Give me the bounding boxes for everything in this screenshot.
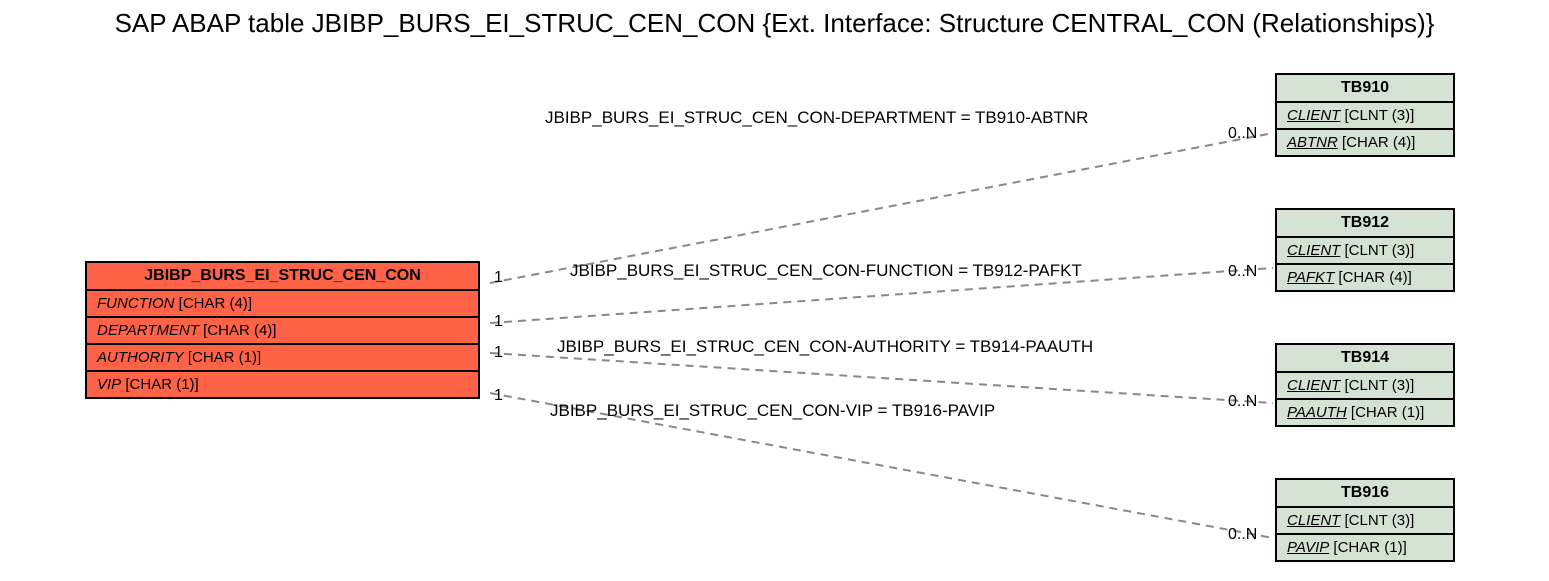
entity-tb916: TB916 CLIENT [CLNT (3)] PAVIP [CHAR (1)] bbox=[1275, 478, 1455, 562]
entity-main-header: JBIBP_BURS_EI_STRUC_CEN_CON bbox=[87, 263, 478, 291]
card-right-2: 0..N bbox=[1228, 393, 1257, 411]
rel-line-tb914 bbox=[490, 353, 1273, 403]
card-left-3: 1 bbox=[494, 387, 503, 405]
entity-tb910-field-1: ABTNR [CHAR (4)] bbox=[1277, 130, 1453, 155]
entity-main-field-1: DEPARTMENT [CHAR (4)] bbox=[87, 318, 478, 345]
card-left-0: 1 bbox=[494, 269, 503, 287]
rel-label-1: JBIBP_BURS_EI_STRUC_CEN_CON-FUNCTION = T… bbox=[570, 261, 1082, 281]
entity-tb912: TB912 CLIENT [CLNT (3)] PAFKT [CHAR (4)] bbox=[1275, 208, 1455, 292]
entity-tb912-field-1: PAFKT [CHAR (4)] bbox=[1277, 265, 1453, 290]
entity-main-field-3: VIP [CHAR (1)] bbox=[87, 372, 478, 397]
card-right-0: 0..N bbox=[1228, 125, 1257, 143]
entity-tb912-field-0: CLIENT [CLNT (3)] bbox=[1277, 238, 1453, 265]
diagram-canvas: JBIBP_BURS_EI_STRUC_CEN_CON FUNCTION [CH… bbox=[0, 43, 1549, 580]
entity-tb910-header: TB910 bbox=[1277, 75, 1453, 103]
page-title: SAP ABAP table JBIBP_BURS_EI_STRUC_CEN_C… bbox=[0, 0, 1549, 43]
card-left-2: 1 bbox=[494, 344, 503, 362]
entity-tb914-field-0: CLIENT [CLNT (3)] bbox=[1277, 373, 1453, 400]
entity-main: JBIBP_BURS_EI_STRUC_CEN_CON FUNCTION [CH… bbox=[85, 261, 480, 399]
entity-tb916-header: TB916 bbox=[1277, 480, 1453, 508]
entity-tb914: TB914 CLIENT [CLNT (3)] PAAUTH [CHAR (1)… bbox=[1275, 343, 1455, 427]
card-left-1: 1 bbox=[494, 313, 503, 331]
entity-tb914-field-1: PAAUTH [CHAR (1)] bbox=[1277, 400, 1453, 425]
entity-main-field-0: FUNCTION [CHAR (4)] bbox=[87, 291, 478, 318]
entity-tb916-field-1: PAVIP [CHAR (1)] bbox=[1277, 535, 1453, 560]
rel-label-0: JBIBP_BURS_EI_STRUC_CEN_CON-DEPARTMENT =… bbox=[545, 108, 1088, 128]
entity-tb916-field-0: CLIENT [CLNT (3)] bbox=[1277, 508, 1453, 535]
entity-tb914-header: TB914 bbox=[1277, 345, 1453, 373]
entity-tb910: TB910 CLIENT [CLNT (3)] ABTNR [CHAR (4)] bbox=[1275, 73, 1455, 157]
entity-tb912-header: TB912 bbox=[1277, 210, 1453, 238]
rel-label-2: JBIBP_BURS_EI_STRUC_CEN_CON-AUTHORITY = … bbox=[557, 337, 1093, 357]
entity-tb910-field-0: CLIENT [CLNT (3)] bbox=[1277, 103, 1453, 130]
card-right-3: 0..N bbox=[1228, 526, 1257, 544]
card-right-1: 0..N bbox=[1228, 263, 1257, 281]
entity-main-field-2: AUTHORITY [CHAR (1)] bbox=[87, 345, 478, 372]
rel-label-3: JBIBP_BURS_EI_STRUC_CEN_CON-VIP = TB916-… bbox=[550, 401, 995, 421]
